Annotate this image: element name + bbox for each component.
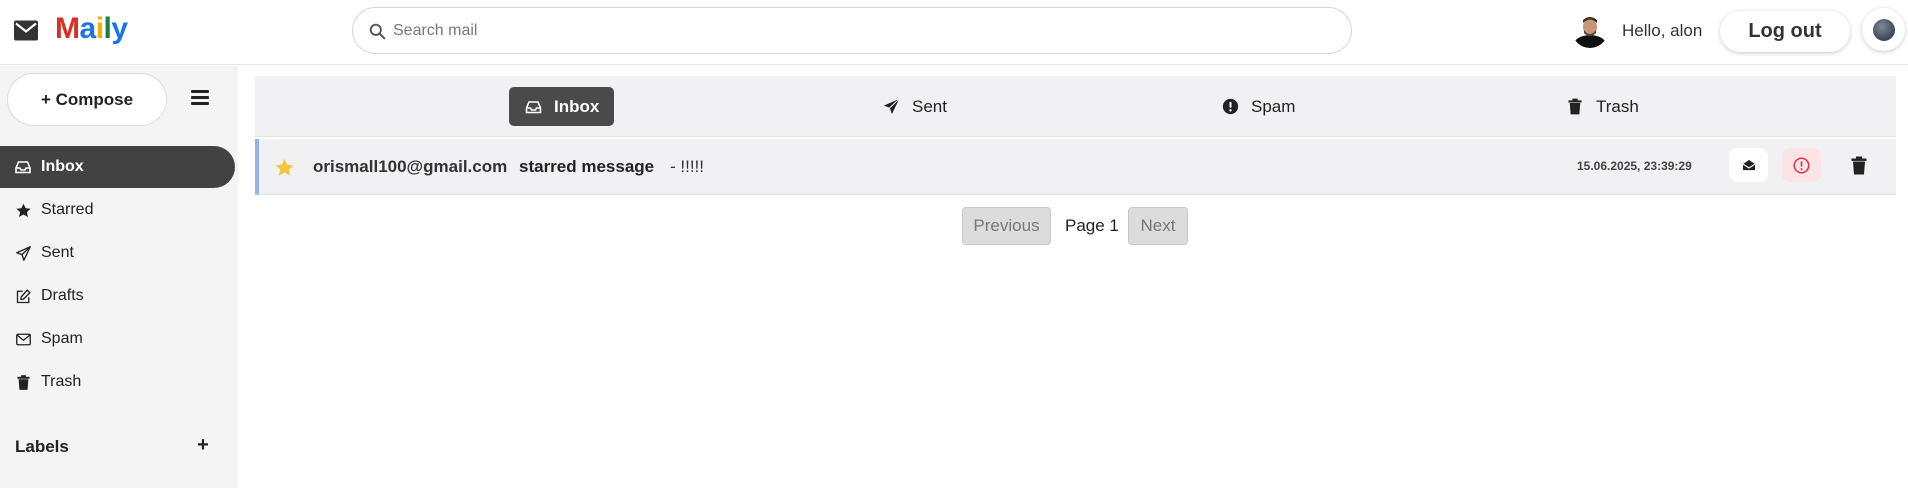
mark-read-button[interactable] bbox=[1729, 148, 1768, 182]
sidebar-item-label: Drafts bbox=[41, 287, 84, 304]
sidebar-item-label: Spam bbox=[41, 330, 83, 347]
sidebar-item-spam[interactable]: Spam bbox=[0, 318, 235, 360]
theme-toggle-button[interactable] bbox=[1862, 8, 1905, 51]
sidebar-item-drafts[interactable]: Drafts bbox=[0, 275, 235, 317]
mail-tabs: Inbox Sent Spam Trash bbox=[255, 76, 1896, 137]
sidebar-item-label: Inbox bbox=[41, 158, 84, 175]
envelope-icon bbox=[15, 331, 31, 347]
tab-label: Trash bbox=[1596, 96, 1639, 116]
exclamation-circle-icon bbox=[1793, 157, 1810, 173]
user-greeting: Hello, alon bbox=[1622, 21, 1703, 40]
paper-plane-icon bbox=[15, 245, 31, 261]
tab-sent[interactable]: Sent bbox=[867, 87, 962, 126]
add-label-button[interactable]: + bbox=[196, 434, 210, 457]
labels-heading: Labels bbox=[15, 437, 69, 456]
tab-label: Inbox bbox=[554, 96, 600, 116]
mail-sender: orismall100@gmail.com bbox=[313, 157, 508, 176]
sidebar-item-sent[interactable]: Sent bbox=[0, 232, 235, 274]
tab-trash[interactable]: Trash bbox=[1551, 87, 1654, 126]
next-page-button[interactable]: Next bbox=[1128, 207, 1188, 245]
moon-icon bbox=[1873, 19, 1895, 41]
envelope-icon bbox=[14, 20, 38, 41]
report-spam-button[interactable] bbox=[1782, 148, 1821, 182]
star-icon bbox=[15, 202, 31, 218]
search-icon bbox=[369, 23, 386, 40]
search-bar[interactable] bbox=[352, 7, 1352, 54]
mail-list-item[interactable]: orismall100@gmail.com starred message - … bbox=[255, 139, 1896, 195]
previous-page-button[interactable]: Previous bbox=[962, 207, 1051, 245]
logo-letter: y bbox=[111, 12, 128, 45]
trash-icon bbox=[15, 374, 31, 390]
mail-date: 15.06.2025, 23:39:29 bbox=[1577, 159, 1692, 173]
tab-spam[interactable]: Spam bbox=[1206, 87, 1310, 126]
paper-plane-icon bbox=[882, 98, 900, 116]
sidebar-item-inbox[interactable]: Inbox bbox=[0, 146, 235, 188]
logo-letter: i bbox=[95, 12, 104, 45]
avatar[interactable] bbox=[1572, 12, 1608, 48]
tab-label: Sent bbox=[912, 96, 947, 116]
star-icon[interactable] bbox=[275, 158, 294, 177]
tab-inbox[interactable]: Inbox bbox=[509, 87, 615, 126]
trash-icon bbox=[1851, 156, 1866, 174]
hamburger-menu-icon[interactable] bbox=[190, 88, 212, 108]
sidebar-item-trash[interactable]: Trash bbox=[0, 361, 235, 403]
search-input[interactable] bbox=[393, 18, 1333, 44]
mail-subject: starred message bbox=[519, 157, 655, 176]
page-indicator: Page 1 bbox=[1065, 216, 1119, 235]
logo-letter: a bbox=[79, 12, 97, 45]
edit-icon bbox=[15, 288, 31, 304]
logout-button[interactable]: Log out bbox=[1720, 11, 1850, 52]
mail-preview: - !!!!! bbox=[670, 157, 704, 176]
tab-label: Spam bbox=[1251, 96, 1296, 116]
exclamation-circle-icon bbox=[1221, 98, 1239, 116]
user-photo bbox=[1572, 12, 1608, 48]
compose-button[interactable]: + Compose bbox=[7, 73, 167, 126]
inbox-icon bbox=[524, 98, 542, 116]
app-logo[interactable]: Maily bbox=[55, 12, 128, 46]
delete-button[interactable] bbox=[1839, 148, 1878, 182]
envelope-open-icon bbox=[1742, 159, 1755, 171]
inbox-icon bbox=[15, 159, 31, 175]
sidebar-item-label: Sent bbox=[41, 244, 74, 261]
sidebar-item-starred[interactable]: Starred bbox=[0, 189, 235, 231]
app-header: Maily Hello, alon Log out bbox=[0, 0, 1908, 65]
sidebar: + Compose Inbox Starred Sent Drafts Spam bbox=[0, 66, 238, 488]
sidebar-item-label: Trash bbox=[41, 373, 82, 390]
trash-icon bbox=[1566, 98, 1584, 116]
sidebar-item-label: Starred bbox=[41, 201, 94, 218]
logo-letter: M bbox=[55, 12, 80, 45]
